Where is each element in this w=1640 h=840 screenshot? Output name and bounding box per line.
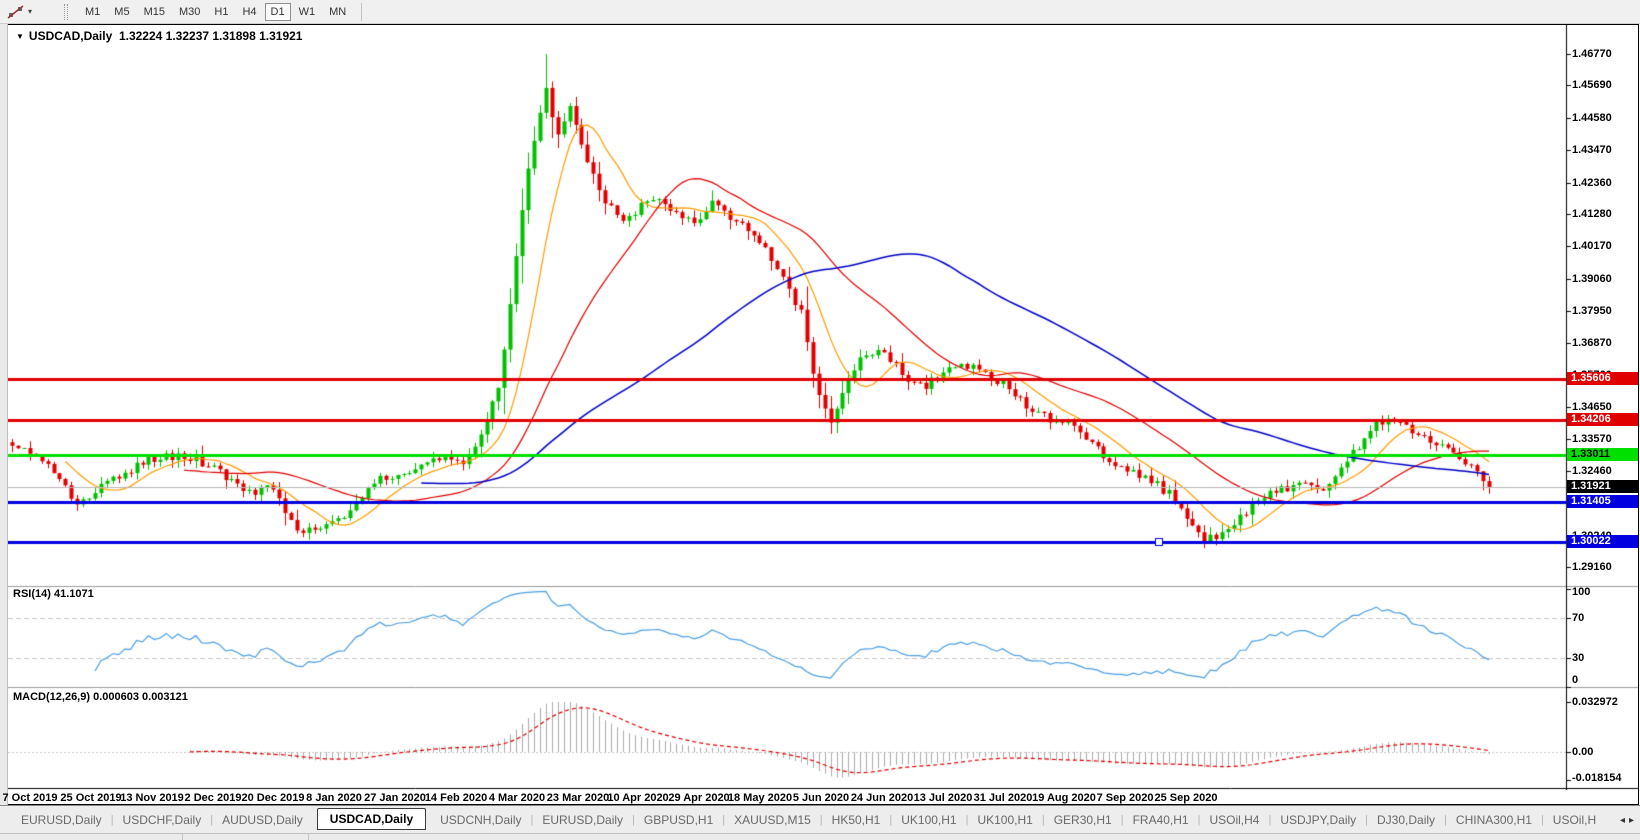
trading-terminal: { "icons": { "toolbar_caret": "▾", "menu… [0, 0, 1640, 839]
chart-symbol-ohlc: USDCAD,Daily 1.32224 1.32237 1.31898 1.3… [29, 29, 303, 43]
timeframe-button-m5[interactable]: M5 [108, 3, 135, 21]
toolbar-separator [361, 3, 362, 21]
timeframe-button-w1[interactable]: W1 [293, 3, 322, 21]
rsi-label: RSI(14) 41.1071 [13, 588, 94, 600]
date-axis-label: 5 Jun 2020 [793, 792, 849, 804]
date-axis-label: 18 May 2020 [728, 792, 792, 804]
price-axis-tick: 1.32460 [1572, 465, 1636, 477]
chart-tab-usdcad-daily[interactable]: USDCAD,Daily [317, 808, 426, 830]
chart-tab-xauusd-m15[interactable]: XAUUSD,M15 [725, 813, 820, 827]
timeframe-button-d1[interactable]: D1 [265, 3, 291, 21]
timeframe-button-mn[interactable]: MN [323, 3, 352, 21]
chart-tab-usdcnh-daily[interactable]: USDCNH,Daily [431, 813, 530, 827]
chart-tab-uk100-h1[interactable]: UK100,H1 [968, 813, 1041, 827]
timeframe-button-m1[interactable]: M1 [79, 3, 106, 21]
chart-tool-icon[interactable] [6, 4, 26, 20]
toolbar-dropdown-caret-icon[interactable]: ▾ [28, 7, 32, 16]
chart-tabs: EURUSD,Daily|USDCHF,Daily|AUDUSD,DailyUS… [0, 806, 1600, 834]
date-axis-label: 31 Jul 2020 [974, 792, 1033, 804]
chart-tab-ger30-h1[interactable]: GER30,H1 [1045, 813, 1121, 827]
chart-tab-gbpusd-h1[interactable]: GBPUSD,H1 [635, 813, 722, 827]
date-axis-label: 7 Sep 2020 [1097, 792, 1154, 804]
tab-scroll-right-icon[interactable]: ▸ [1629, 815, 1634, 826]
price-level-badge-1.30022: 1.30022 [1567, 535, 1638, 548]
timeframe-buttons: M1M5M15M30H1H4D1W1MN [78, 0, 353, 23]
price-axis-tick: 1.40170 [1572, 240, 1636, 252]
rsi-axis-tick: 0 [1572, 674, 1636, 686]
date-axis-label: 10 Apr 2020 [607, 792, 668, 804]
chart-tab-bar: EURUSD,Daily|USDCHF,Daily|AUDUSD,DailyUS… [0, 805, 1640, 834]
price-axis-tick: 1.36870 [1572, 337, 1636, 349]
rsi-axis-tick: 70 [1572, 612, 1636, 624]
timeframe-button-m15[interactable]: M15 [138, 3, 171, 21]
date-axis-label: 23 Mar 2020 [547, 792, 609, 804]
chart-tab-uk100-h1[interactable]: UK100,H1 [892, 813, 965, 827]
chart-tab-fra40-h1[interactable]: FRA40,H1 [1124, 813, 1198, 827]
rsi-axis-tick: 30 [1572, 652, 1636, 664]
date-axis-label: 24 Jun 2020 [851, 792, 913, 804]
chart-tab-hk50-h1[interactable]: HK50,H1 [823, 813, 890, 827]
price-axis-tick: 1.41280 [1572, 208, 1636, 220]
date-axis-label: 13 Jul 2020 [914, 792, 973, 804]
date-axis-label: 13 Nov 2019 [120, 792, 184, 804]
timeframe-button-h1[interactable]: H1 [208, 3, 234, 21]
price-axis-tick: 1.29160 [1572, 561, 1636, 573]
date-axis-label: 25 Oct 2019 [60, 792, 121, 804]
macd-label: MACD(12,26,9) 0.000603 0.003121 [13, 691, 188, 703]
date-axis-label: 8 Jan 2020 [306, 792, 362, 804]
chart-tab-usdjpy-daily[interactable]: USDJPY,Daily [1271, 813, 1365, 827]
chart-canvas[interactable] [8, 25, 1638, 790]
chart-tab-usoil-h4[interactable]: USOil,H4 [1200, 813, 1268, 827]
price-axis-tick: 1.42360 [1572, 177, 1636, 189]
date-axis-label: 27 Jan 2020 [364, 792, 426, 804]
date-axis-label: 29 Apr 2020 [668, 792, 729, 804]
date-axis-label: 4 Mar 2020 [489, 792, 545, 804]
price-axis-tick: 1.45690 [1572, 79, 1636, 91]
price-level-badge-1.35606: 1.35606 [1567, 372, 1638, 385]
status-cell [183, 834, 309, 840]
date-axis-label: 14 Feb 2020 [425, 792, 487, 804]
macd-axis-tick: -0.018154 [1572, 772, 1636, 784]
price-axis-tick: 1.44580 [1572, 112, 1636, 124]
price-axis-tick: 1.33570 [1572, 433, 1636, 445]
price-level-badge-1.34206: 1.34206 [1567, 413, 1638, 426]
chart-tab-eurusd-daily[interactable]: EURUSD,Daily [533, 813, 632, 827]
chart-tab-dj30-daily[interactable]: DJ30,Daily [1368, 813, 1444, 827]
date-axis-label: 19 Aug 2020 [1032, 792, 1096, 804]
toolbar-grip[interactable] [64, 4, 68, 20]
chart-menu-caret-icon[interactable]: ▼ [16, 32, 24, 41]
price-level-badge-1.31921: 1.31921 [1567, 480, 1638, 493]
chart-tab-eurusd-daily[interactable]: EURUSD,Daily [12, 813, 111, 827]
date-axis-label: 7 Oct 2019 [2, 792, 57, 804]
price-axis-tick: 1.43470 [1572, 144, 1636, 156]
date-axis-label: 2 Dec 2019 [185, 792, 242, 804]
window-left-frame [0, 23, 8, 833]
price-axis-tick: 1.34650 [1572, 401, 1636, 413]
tab-scroll-left-icon[interactable]: ◂ [1620, 815, 1625, 826]
price-level-badge-1.33011: 1.33011 [1567, 448, 1638, 461]
chart-tab-usoil-h[interactable]: USOil,H [1544, 813, 1600, 827]
price-axis-tick: 1.39060 [1572, 273, 1636, 285]
date-axis-label: 25 Sep 2020 [1155, 792, 1218, 804]
macd-axis-tick: 0.032972 [1572, 696, 1636, 708]
top-toolbar: ▾ M1M5M15M30H1H4D1W1MN [0, 0, 1640, 24]
tab-scroll-arrows: ◂ ▸ [1600, 815, 1640, 826]
timeframe-button-m30[interactable]: M30 [173, 3, 206, 21]
chart-tab-usdchf-daily[interactable]: USDCHF,Daily [114, 813, 211, 827]
macd-axis-tick: 0.00 [1572, 746, 1636, 758]
date-axis-label: 20 Dec 2019 [242, 792, 305, 804]
price-level-badge-1.31405: 1.31405 [1567, 495, 1638, 508]
chart-title: ▼ USDCAD,Daily 1.32224 1.32237 1.31898 1.… [16, 29, 302, 43]
rsi-axis-tick: 100 [1572, 586, 1636, 598]
timeframe-button-h4[interactable]: H4 [236, 3, 262, 21]
price-axis-tick: 1.46770 [1572, 48, 1636, 60]
chart-tab-audusd-daily[interactable]: AUDUSD,Daily [213, 813, 312, 827]
chart-tab-china300-h1[interactable]: CHINA300,H1 [1447, 813, 1541, 827]
status-cell [0, 834, 183, 840]
status-cell [309, 834, 1640, 840]
price-axis-tick: 1.37950 [1572, 305, 1636, 317]
